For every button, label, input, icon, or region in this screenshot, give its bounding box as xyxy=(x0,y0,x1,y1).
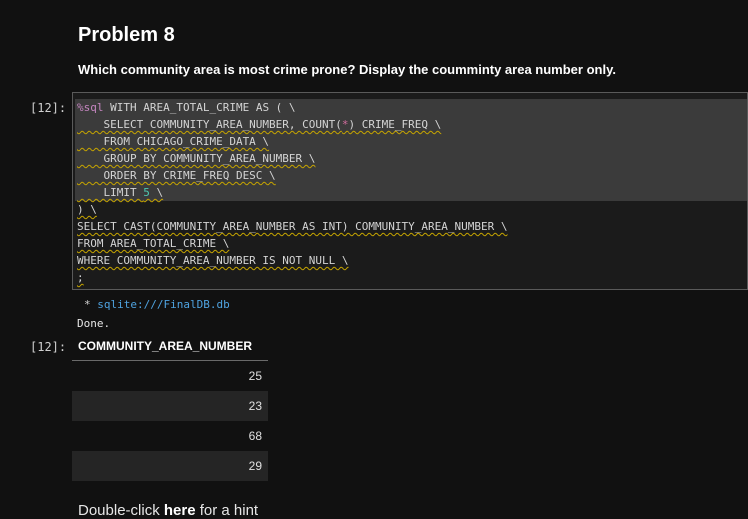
table-cell: 23 xyxy=(72,391,268,421)
table-row: 29 xyxy=(72,451,268,481)
hint-text[interactable]: Double-click here for a hint xyxy=(78,502,258,519)
problem-question: Which community area is most crime prone… xyxy=(78,62,616,77)
table-header-row: COMMUNITY_AREA_NUMBER xyxy=(72,332,268,361)
connection-url: sqlite:///FinalDB.db xyxy=(97,298,230,311)
code-line-9: FROM AREA_TOTAL_CRIME \ xyxy=(77,237,230,250)
code-line-7: ) \ xyxy=(77,203,97,216)
code-line-11: ; xyxy=(77,271,84,284)
connection-info: * sqlite:///FinalDB.db xyxy=(84,298,230,311)
code-line-3: FROM CHICAGO_CRIME_DATA \ xyxy=(77,135,270,148)
column-header-community-area-number: COMMUNITY_AREA_NUMBER xyxy=(72,332,268,361)
table-row: 23 xyxy=(72,391,268,421)
table-cell: 29 xyxy=(72,451,268,481)
result-table: COMMUNITY_AREA_NUMBER 25 23 68 29 xyxy=(72,332,268,481)
output-prompt: [12]: xyxy=(30,340,67,354)
code-cell-prompt: [12]: xyxy=(30,101,67,115)
done-status: Done. xyxy=(77,317,111,330)
hint-link[interactable]: here xyxy=(164,502,196,519)
table-cell: 68 xyxy=(248,429,262,443)
code-line-8: SELECT CAST(COMMUNITY_AREA_NUMBER AS INT… xyxy=(77,220,508,233)
table-row: 25 xyxy=(72,361,268,392)
problem-title: Problem 8 xyxy=(78,24,175,46)
sql-magic-keyword: %sql xyxy=(77,101,104,114)
code-line-10: WHERE COMMUNITY_AREA_NUMBER IS NOT NULL … xyxy=(77,254,349,267)
code-line-5: ORDER BY CRIME_FREQ DESC \ xyxy=(77,169,276,182)
table-row: 68 xyxy=(72,421,268,451)
code-cell-editor[interactable]: %sql WITH AREA_TOTAL_CRIME AS ( \ SELECT… xyxy=(72,92,748,290)
code-line-2: SELECT COMMUNITY_AREA_NUMBER, COUNT(*) C… xyxy=(77,118,442,131)
code-line-4: GROUP BY COMMUNITY_AREA_NUMBER \ xyxy=(77,152,316,165)
code-line-1: %sql WITH AREA_TOTAL_CRIME AS ( \ xyxy=(77,101,296,114)
table-cell: 25 xyxy=(248,369,262,383)
code-line-6: LIMIT 5 \ xyxy=(77,186,164,199)
